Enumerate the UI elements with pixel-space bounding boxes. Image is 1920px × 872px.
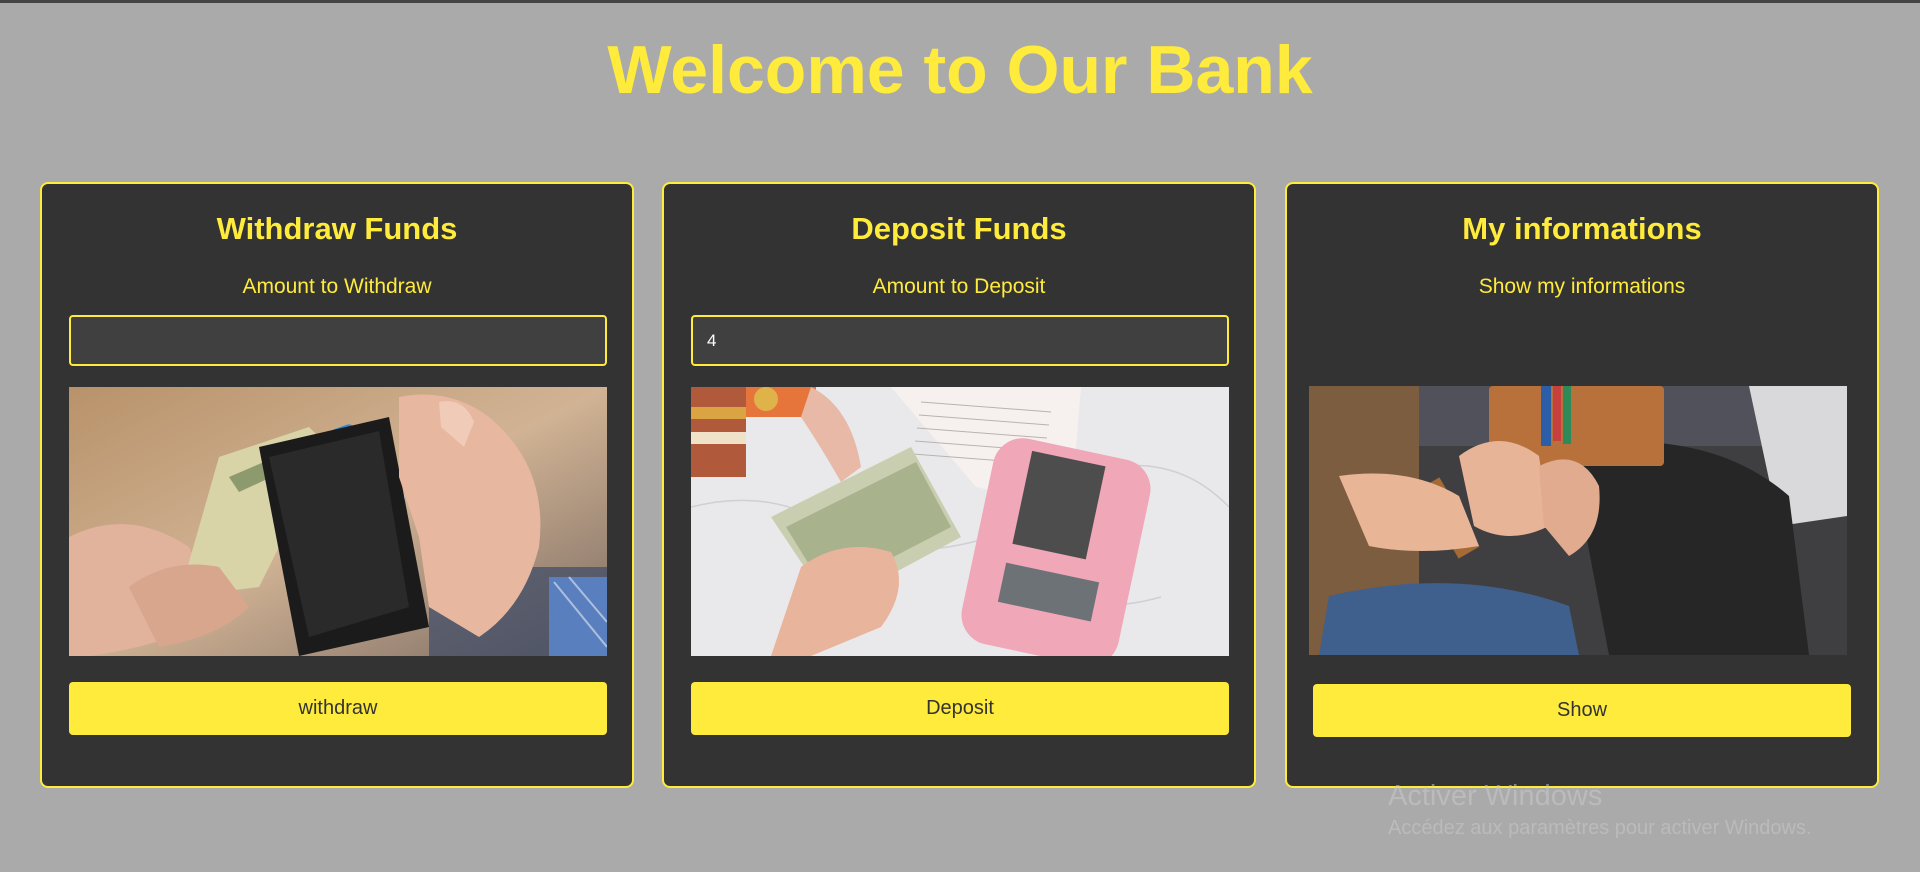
info-image [1309, 386, 1847, 655]
withdraw-button[interactable]: withdraw [69, 682, 607, 735]
show-button[interactable]: Show [1313, 684, 1851, 737]
show-info-label: Show my informations [1478, 275, 1686, 298]
page-title: Welcome to Our Bank [607, 32, 1313, 108]
withdraw-amount-label: Amount to Withdraw [242, 275, 432, 298]
deposit-button[interactable]: Deposit [691, 682, 1229, 735]
watermark-subtitle: Accédez aux paramètres pour activer Wind… [1388, 817, 1812, 839]
deposit-image [691, 387, 1229, 656]
deposit-card-title: Deposit Funds [851, 211, 1067, 246]
deposit-amount-input[interactable] [691, 315, 1229, 366]
info-card: My informations Show my informations Sho… [1285, 182, 1879, 788]
deposit-amount-label: Amount to Deposit [872, 275, 1046, 298]
card-row: Withdraw Funds Amount to Withdraw withdr… [40, 182, 1880, 788]
withdraw-card-title: Withdraw Funds [216, 211, 458, 246]
leather-wallet-photo [1309, 386, 1847, 655]
cash-exchange-photo [691, 387, 1229, 656]
watermark-title: Activer Windows [1388, 780, 1603, 812]
withdraw-image [69, 387, 607, 656]
info-card-title: My informations [1462, 211, 1702, 246]
withdraw-amount-input[interactable] [69, 315, 607, 366]
windows-activation-watermark: Activer Windows Accédez aux paramètres p… [1388, 779, 1812, 841]
wallet-cash-photo [69, 387, 607, 656]
deposit-card: Deposit Funds Amount to Deposit 4 Deposi… [662, 182, 1256, 788]
withdraw-card: Withdraw Funds Amount to Withdraw withdr… [40, 182, 634, 788]
